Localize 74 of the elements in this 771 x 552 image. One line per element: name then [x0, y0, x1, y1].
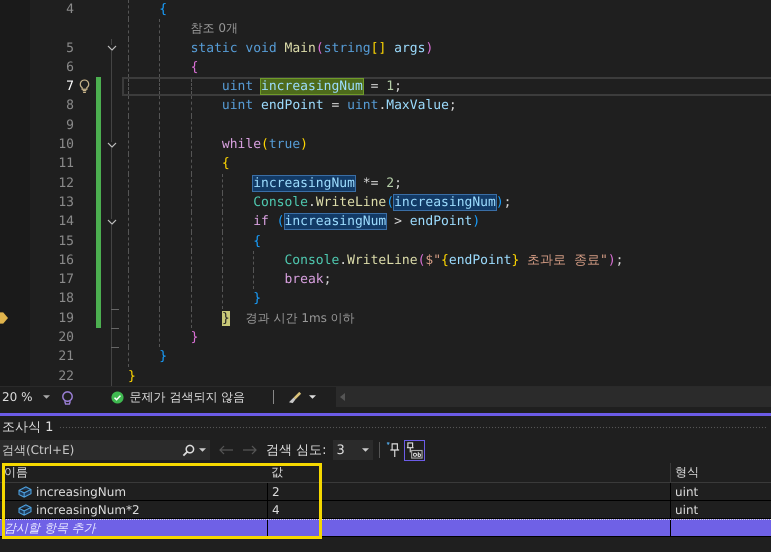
line-number: 12: [58, 176, 74, 191]
code-line: uint endPoint = uint.MaxValue;: [222, 97, 457, 116]
variable-cube-icon: [18, 504, 32, 516]
line-number: 11: [58, 156, 74, 172]
line-number: 6: [66, 60, 74, 75]
code-line: {: [159, 1, 168, 19]
watch-value: 4: [272, 502, 280, 516]
watch-name: increasingNum: [36, 484, 126, 498]
watch-type: uint: [675, 484, 698, 498]
line-number: 8: [66, 98, 74, 114]
line-number: 16: [58, 252, 74, 268]
line-number: 5: [66, 40, 74, 56]
watch-name: increasingNum*2: [36, 502, 140, 516]
watch-value: 2: [272, 484, 280, 498]
column-header[interactable]: 형식: [670, 463, 771, 482]
code-line: }: [159, 348, 168, 366]
line-number: 22: [58, 368, 74, 384]
line-number: 19: [58, 310, 74, 326]
watch-type: uint: [675, 502, 698, 516]
code-line: while(true): [222, 136, 308, 154]
code-line: }: [128, 368, 136, 386]
column-header[interactable]: 값: [267, 463, 670, 482]
brush-icon[interactable]: [288, 390, 304, 404]
issues-status[interactable]: 문제가 검색되지 않음: [130, 388, 246, 406]
code-line: {: [222, 155, 230, 174]
caret-down-icon: [362, 448, 369, 452]
line-number: 18: [58, 291, 74, 306]
pin-to-source-toggle[interactable]: [404, 440, 425, 460]
code-line: static void Main(string[] args): [190, 40, 434, 58]
code-line: }: [190, 329, 198, 348]
line-number: 10: [58, 137, 74, 152]
collapse-chevron-icon[interactable]: [107, 142, 117, 148]
line-number: 20: [58, 330, 74, 346]
code-line: uint increasingNum = 1;: [222, 79, 402, 94]
line-number: 21: [58, 349, 74, 364]
line-number: 9: [66, 118, 74, 133]
horizontal-scrollbar[interactable]: [336, 387, 771, 407]
column-header[interactable]: 이름: [0, 463, 267, 482]
pin-label-icon: [406, 442, 423, 458]
panel-grip[interactable]: [59, 426, 767, 428]
code-line: {: [253, 232, 262, 251]
search-field[interactable]: 검색(Ctrl+E): [0, 440, 210, 460]
panel-title: 조사식 1: [2, 419, 54, 436]
add-watch-row[interactable]: 감시할 항목 추가: [0, 519, 771, 537]
code-line: increasingNum *= 2;: [253, 174, 402, 193]
code-line: Console.WriteLine(increasingNum);: [253, 194, 512, 212]
check-circle-icon: [110, 390, 124, 404]
line-number: 13: [58, 194, 74, 210]
line-number: 4: [66, 2, 74, 17]
line-number: 7: [66, 79, 74, 94]
watch-row[interactable]: increasingNum 2 uint: [0, 483, 771, 501]
search-depth-dropdown[interactable]: 3: [332, 440, 373, 460]
collapse-chevron-icon[interactable]: [107, 45, 117, 52]
codelens-references[interactable]: 참조 0개: [190, 19, 238, 39]
caret-down-icon[interactable]: [309, 395, 316, 399]
caret-down-icon[interactable]: [199, 448, 206, 452]
elapsed-time-hint: 경과 시간 1ms 이하: [246, 310, 355, 327]
lightbulb-icon[interactable]: [78, 79, 90, 94]
code-line: }: [253, 290, 262, 308]
line-number: 15: [58, 234, 74, 249]
line-number: 17: [58, 272, 74, 288]
code-line: break;: [284, 271, 332, 290]
code-line: {: [190, 58, 198, 77]
add-watch-placeholder[interactable]: 감시할 항목 추가: [4, 520, 96, 536]
caret-down-icon: [42, 395, 50, 399]
collapse-chevron-icon[interactable]: [107, 218, 117, 225]
pin-icon[interactable]: [386, 442, 400, 458]
code-line: if (increasingNum > endPoint): [253, 213, 480, 232]
zoom-dropdown[interactable]: 20 %: [0, 387, 54, 407]
search-icon[interactable]: [182, 444, 195, 456]
variable-cube-icon: [18, 486, 32, 498]
code-line: Console.WriteLine($"{endPoint} 초과로 종료");: [284, 252, 624, 270]
search-depth-label: 검색 심도:: [266, 442, 327, 459]
line-number: 14: [58, 214, 74, 230]
